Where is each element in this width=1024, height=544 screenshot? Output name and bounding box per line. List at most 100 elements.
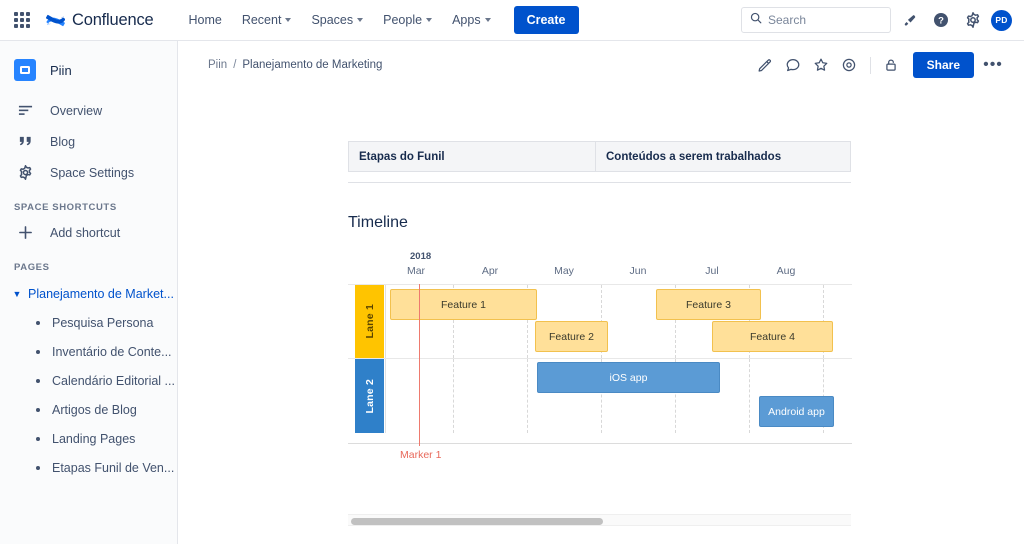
gridline: [453, 359, 454, 433]
search-box[interactable]: [741, 7, 891, 33]
roadmap-year-label: 2018: [410, 251, 432, 262]
bullet-icon: [36, 436, 40, 441]
page-tree-root-label: Planejamento de Market...: [28, 286, 174, 301]
page-tree-item-calendario-editorial[interactable]: Calendário Editorial ...: [0, 366, 177, 395]
roadmap-lane-2-tab[interactable]: Lane 2: [355, 359, 384, 433]
page-tree-item-landing-pages[interactable]: Landing Pages: [0, 424, 177, 453]
nav-item-apps[interactable]: Apps: [443, 7, 500, 33]
confluence-home-logo[interactable]: Confluence: [46, 10, 154, 30]
page-tree-item-label: Calendário Editorial ...: [52, 373, 175, 388]
table-column-header-etapas: Etapas do Funil: [349, 142, 596, 171]
roadmap-bar-feature-1[interactable]: Feature 1: [390, 289, 537, 320]
space-nav-list: Overview Blog Space Settings: [0, 95, 177, 188]
roadmap-lane-1-tab[interactable]: Lane 1: [355, 285, 384, 358]
gear-icon: [14, 165, 36, 180]
nav-item-recent[interactable]: Recent: [233, 7, 301, 33]
table-row-divider: [348, 182, 851, 183]
page-tree-item-label: Artigos de Blog: [52, 402, 137, 417]
nav-item-spaces[interactable]: Spaces: [302, 7, 372, 33]
roadmap-month-may: May: [554, 265, 574, 277]
roadmap-bar-label: iOS app: [609, 371, 648, 384]
timeline-heading: Timeline: [348, 214, 408, 231]
search-input[interactable]: [768, 13, 886, 27]
roadmap-marker-line[interactable]: [419, 284, 420, 446]
star-icon[interactable]: [809, 53, 834, 78]
primary-nav-links: Home Recent Spaces People Apps: [179, 7, 499, 33]
toolbar-divider: [869, 56, 871, 74]
create-button[interactable]: Create: [513, 6, 579, 34]
sidebar-item-space-settings[interactable]: Space Settings: [0, 157, 177, 188]
page-actions-toolbar: Share •••: [753, 52, 1006, 78]
notifications-icon[interactable]: [895, 6, 923, 34]
scrollbar-thumb[interactable]: [351, 518, 603, 525]
chevron-down-icon: [357, 18, 364, 22]
chevron-down-icon[interactable]: ▼: [10, 289, 24, 299]
comment-icon[interactable]: [781, 53, 806, 78]
table-column-header-conteudos: Conteúdos a serem trabalhados: [606, 150, 782, 163]
space-shortcuts-heading: SPACE SHORTCUTS: [14, 202, 117, 213]
roadmap-month-aug: Aug: [776, 265, 796, 277]
roadmap-lane-2: Lane 2 iOS app Android app: [348, 359, 852, 433]
breadcrumb-separator: /: [233, 59, 237, 71]
document-body: Etapas do Funil Conteúdos a serem trabal…: [178, 89, 1024, 544]
nav-item-spaces-label: Spaces: [311, 13, 354, 27]
global-navigation-bar: Confluence Home Recent Spaces People App…: [0, 0, 1024, 41]
edit-pencil-icon[interactable]: [753, 53, 778, 78]
roadmap-bar-label: Feature 3: [686, 298, 731, 311]
chevron-down-icon: [426, 18, 433, 22]
space-header[interactable]: Piin: [0, 41, 177, 81]
app-switcher-icon[interactable]: [12, 10, 32, 30]
roadmap-bar-feature-2[interactable]: Feature 2: [535, 321, 608, 352]
roadmap-bar-label: Feature 1: [441, 298, 486, 311]
page-tree: ▼ Planejamento de Market... Pesquisa Per…: [0, 279, 177, 482]
gridline: [385, 359, 386, 433]
confluence-logo-icon: [46, 11, 65, 30]
roadmap-grid: Lane 1 Feature 1 Feature 2 Feature 3 Fea…: [348, 284, 852, 444]
roadmap-bar-feature-3[interactable]: Feature 3: [656, 289, 761, 320]
space-avatar-icon: [14, 59, 36, 81]
svg-text:?: ?: [938, 16, 944, 27]
page-tree-item-label: Landing Pages: [52, 431, 136, 446]
roadmap-horizontal-scrollbar[interactable]: [348, 514, 851, 526]
roadmap-bar-ios-app[interactable]: iOS app: [537, 362, 720, 393]
roadmap-bar-feature-4[interactable]: Feature 4: [712, 321, 833, 352]
page-tree-item-artigos-de-blog[interactable]: Artigos de Blog: [0, 395, 177, 424]
sidebar-item-blog[interactable]: Blog: [0, 126, 177, 157]
brand-name: Confluence: [72, 10, 154, 29]
help-icon[interactable]: ?: [927, 6, 955, 34]
gear-icon[interactable]: [959, 6, 987, 34]
page-tree-root-item[interactable]: ▼ Planejamento de Market...: [0, 279, 177, 308]
avatar[interactable]: PD: [991, 9, 1012, 31]
roadmap-month-apr: Apr: [481, 265, 499, 277]
nav-item-people[interactable]: People: [374, 7, 441, 33]
page-tree-item-inventario-de-conteudo[interactable]: Inventário de Conte...: [0, 337, 177, 366]
sidebar-item-space-settings-label: Space Settings: [50, 165, 135, 180]
page-tree-item-pesquisa-persona[interactable]: Pesquisa Persona: [0, 308, 177, 337]
space-sidebar: Piin Overview Blog Space Settings SPACE …: [0, 41, 178, 544]
nav-item-recent-label: Recent: [241, 13, 282, 27]
roadmap-marker-label: Marker 1: [400, 449, 442, 461]
roadmap-bar-android-app[interactable]: Android app: [759, 396, 834, 427]
bullet-icon: [36, 320, 40, 325]
gridline: [385, 285, 386, 358]
restrictions-lock-icon[interactable]: [879, 53, 904, 78]
roadmap-lane-2-label: Lane 2: [363, 378, 376, 414]
space-name-label: Piin: [50, 62, 72, 78]
watch-eye-icon[interactable]: [837, 53, 862, 78]
roadmap-lane-1: Lane 1 Feature 1 Feature 2 Feature 3 Fea…: [348, 285, 852, 359]
sidebar-item-add-shortcut[interactable]: Add shortcut: [0, 217, 177, 248]
global-nav-right-cluster: ? PD: [741, 6, 1012, 34]
plus-icon: [14, 225, 36, 240]
nav-item-apps-label: Apps: [452, 13, 481, 27]
chevron-down-icon: [285, 18, 292, 22]
breadcrumb-space-link[interactable]: Piin: [208, 59, 227, 71]
page-tree-item-etapas-funil-de-vendas[interactable]: Etapas Funil de Ven...: [0, 453, 177, 482]
nav-item-home[interactable]: Home: [179, 7, 230, 33]
share-button[interactable]: Share: [912, 52, 974, 78]
gridline: [527, 359, 528, 433]
roadmap-month-jul: Jul: [705, 265, 719, 277]
overview-icon: [14, 103, 36, 118]
more-actions-icon[interactable]: •••: [980, 52, 1006, 78]
breadcrumb-page-link[interactable]: Planejamento de Marketing: [242, 59, 382, 71]
sidebar-item-overview[interactable]: Overview: [0, 95, 177, 126]
